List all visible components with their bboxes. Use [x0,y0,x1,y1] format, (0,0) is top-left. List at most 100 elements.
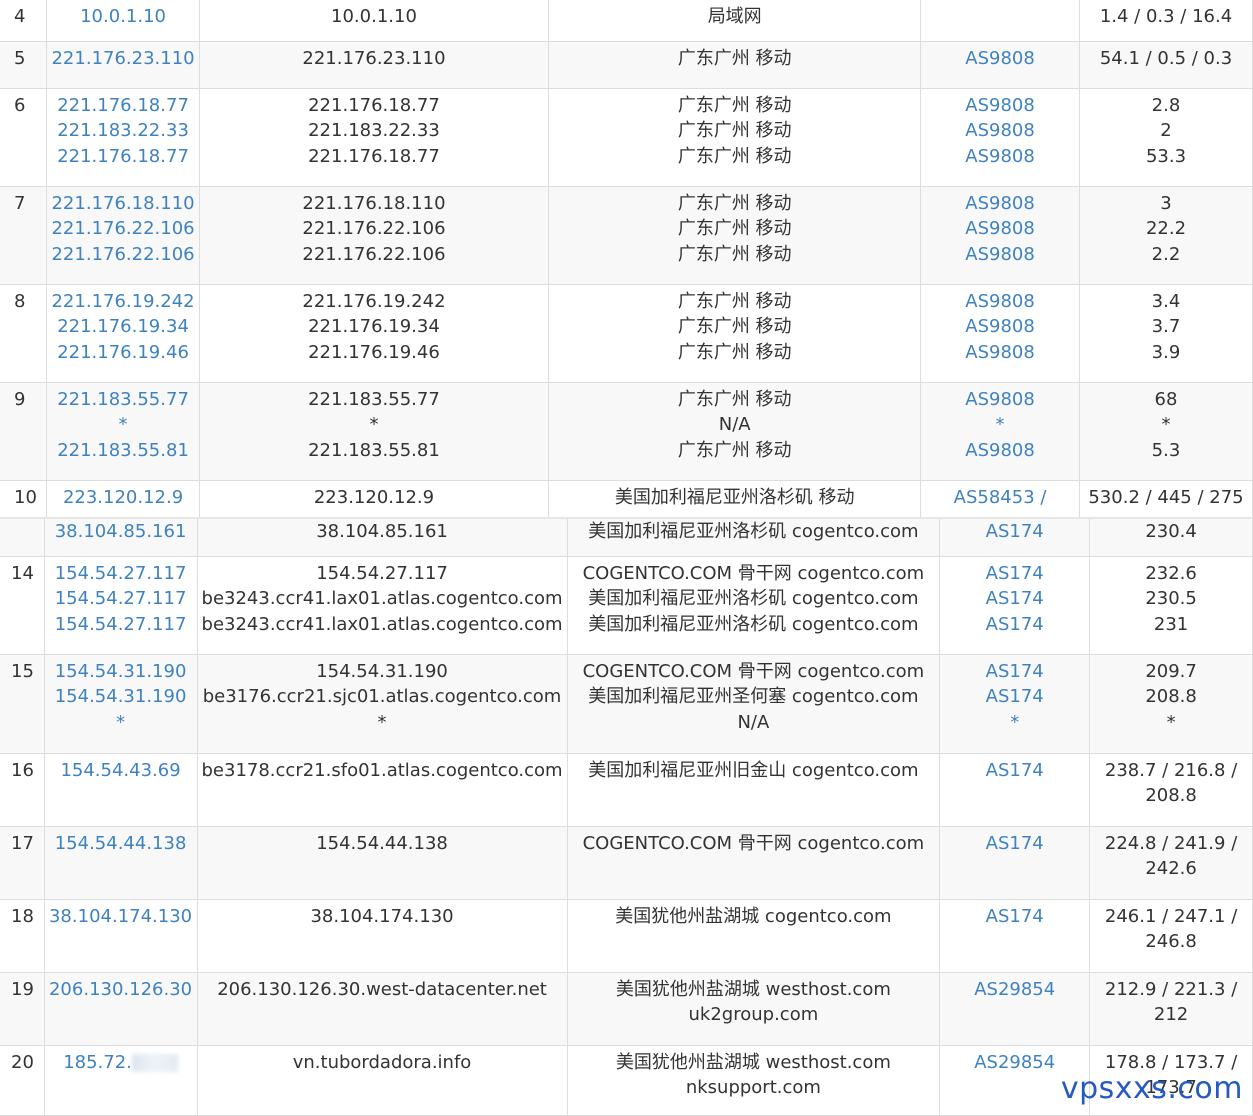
location-cell: COGENTCO.COM 骨干网 cogentco.com 美国加利福尼亚州圣何塞… [567,654,941,754]
hostname-text: 206.130.126.30.west-datacenter.net [217,978,547,1000]
ip-link[interactable]: 221.183.55.81 [51,438,194,464]
ip-link[interactable]: 221.176.23.110 [51,46,194,72]
ip-link[interactable]: 221.176.19.34 [51,314,194,340]
latency-text: 22.2 [1145,218,1187,239]
hostname-text: 154.54.31.190 [316,660,448,682]
ip-cell: 154.54.43.69 [44,753,198,827]
ip-link[interactable]: 38.104.174.130 [49,904,193,930]
hostname-cell: 154.54.27.117 be3243.ccr41.lax01.atlas.co… [197,556,568,655]
ip-link[interactable]: 154.54.27.117 [49,561,193,587]
hostname-text: be3178.ccr21.sfo01.atlas.cogentco.com [201,759,563,781]
location-text: COGENTCO.COM 骨干网 cogentco.com [582,660,925,682]
asn-link[interactable]: AS9808 [925,242,1075,268]
hop-row: 38.104.85.161 38.104.85.161 美国加利福尼亚州洛杉矶 co… [0,519,1253,557]
ip-link[interactable]: 185.72. [63,1052,132,1073]
asn-link[interactable]: AS9808 [925,216,1075,242]
asn-link[interactable]: AS9808 [925,144,1075,170]
latency-cell: 246.1 / 247.1 / 246.8 [1089,899,1253,973]
asn-cell: AS174 [939,519,1091,557]
ip-link[interactable]: 154.54.27.117 [49,586,193,612]
ip-link[interactable]: 221.176.19.242 [51,289,194,315]
location-text: 广东广州 移动 [677,120,792,141]
location-text: COGENTCO.COM 骨干网 cogentco.com [582,832,925,854]
asn-link[interactable]: AS174 [944,684,1085,710]
ip-link[interactable]: 154.54.27.117 [49,612,193,638]
ip-link[interactable]: 10.0.1.10 [51,4,194,30]
ip-link[interactable]: 206.130.126.30 [49,977,193,1003]
hostname-cell: 221.176.18.77 221.183.22.33 221.176.18.77 [199,88,550,187]
ip-link[interactable]: 221.183.55.77 [51,387,194,413]
hop-row: 19 206.130.126.30 206.130.126.30.west-data… [0,972,1253,1046]
location-cell: 美国加利福尼亚州洛杉矶 cogentco.com [567,519,941,557]
hostname-text: 223.120.12.9 [313,486,435,508]
hostname-cell: 154.54.44.138 [197,826,568,900]
asn-link[interactable]: AS9808 [925,387,1075,413]
ip-cell: 221.176.18.77 221.183.22.33 221.176.18.77 [46,88,200,187]
latency-cell: 209.7 208.8 * [1089,654,1253,754]
ip-link[interactable]: 38.104.85.161 [49,519,193,545]
hostname-cell: 221.176.23.110 [199,41,550,89]
ip-link[interactable]: 223.120.12.9 [51,485,194,511]
location-text: 广东广州 移动 [677,388,792,410]
asn-cell: AS174 [939,899,1091,973]
ip-link[interactable]: 221.183.22.33 [51,118,194,144]
location-text: N/A [718,414,751,435]
asn-link[interactable]: AS9808 [925,438,1075,464]
asn-link[interactable]: AS29854 [944,977,1085,1003]
asn-link[interactable]: AS9808 [925,118,1075,144]
asn-link[interactable]: AS174 [944,904,1085,930]
location-cell: 美国加利福尼亚州旧金山 cogentco.com [567,753,941,827]
asn-link[interactable]: AS174 [944,519,1085,545]
asn-link[interactable]: AS9808 [925,46,1075,72]
latency-cell: 212.9 / 221.3 / 212 [1089,972,1253,1046]
asn-link[interactable]: AS9808 [925,314,1075,340]
hop-number: 10 [0,480,48,519]
hop-row: 5 221.176.23.110 221.176.23.110 广东广州 移动 AS98… [0,41,1253,89]
location-text: 美国加利福尼亚州洛杉矶 移动 [614,486,855,508]
redacted-ip-blur [131,1053,178,1072]
asn-link[interactable]: AS174 [944,659,1085,685]
ip-link[interactable]: 154.54.44.138 [49,831,193,857]
asn-link[interactable]: AS9808 [925,289,1075,315]
hop-number: 17 [0,826,45,900]
asn-link[interactable]: AS174 [944,831,1085,857]
location-text: nksupport.com [685,1077,821,1098]
hop-number: 16 [0,753,45,827]
ip-link[interactable]: 221.176.18.110 [51,191,194,217]
hostname-cell: be3178.ccr21.sfo01.atlas.cogentco.com [197,753,568,827]
hostname-text: 10.0.1.10 [331,6,417,27]
ip-link[interactable]: 221.176.22.106 [51,216,194,242]
latency-text: 68 [1154,388,1178,410]
asn-link[interactable]: AS9808 [925,340,1075,366]
hop-row: 10 223.120.12.9 223.120.12.9 美国加利福尼亚州洛杉矶 移动… [0,480,1253,519]
hostname-cell: 38.104.174.130 [197,899,568,973]
hostname-text: 221.183.22.33 [308,120,440,141]
location-text: 美国犹他州盐湖城 westhost.com [615,978,891,1000]
ip-link[interactable]: 221.176.18.77 [51,93,194,119]
location-text: 广东广州 移动 [677,218,792,239]
asn-link[interactable]: AS174 [944,586,1085,612]
location-text: 美国犹他州盐湖城 westhost.com [615,1051,891,1073]
ip-link[interactable]: 221.176.22.106 [51,242,194,268]
asn-link[interactable]: AS174 [944,612,1085,638]
location-text: 广东广州 移动 [677,145,792,167]
ip-link[interactable]: 221.176.18.77 [51,144,194,170]
asn-link[interactable]: AS174 [944,561,1085,587]
ip-link[interactable]: 154.54.31.190 [49,659,193,685]
asn-cell: AS174 [939,753,1091,827]
ip-cell: 221.183.55.77 * 221.183.55.81 [46,382,200,481]
hostname-cell: 154.54.31.190 be3176.ccr21.sjc01.atlas.co… [197,654,568,754]
hop-number: 8 [0,284,48,383]
location-cell: COGENTCO.COM 骨干网 cogentco.com 美国加利福尼亚州洛杉矶… [567,556,941,655]
hop-number: 4 [0,0,48,42]
ip-link[interactable]: 221.176.19.46 [51,340,194,366]
asn-link[interactable]: AS58453 / [925,485,1075,511]
ip-link[interactable]: 154.54.43.69 [49,758,193,784]
hostname-text: * [377,711,387,733]
ip-cell: 10.0.1.10 [46,0,200,42]
ip-link[interactable]: 154.54.31.190 [49,684,193,710]
location-text: 广东广州 移动 [677,192,792,214]
asn-link[interactable]: AS9808 [925,191,1075,217]
asn-link[interactable]: AS9808 [925,93,1075,119]
asn-link[interactable]: AS174 [944,758,1085,784]
